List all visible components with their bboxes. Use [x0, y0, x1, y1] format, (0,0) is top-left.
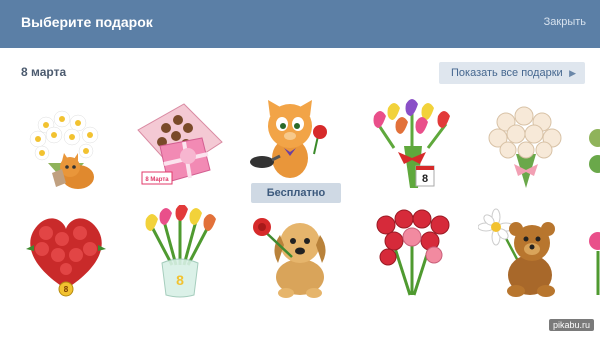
gift-partial-right-2[interactable]: [582, 215, 600, 311]
gift-daisy-bouquet-cat[interactable]: [18, 103, 114, 199]
puppy-with-rose-icon: [253, 218, 326, 298]
gift-partial-right[interactable]: [582, 108, 600, 204]
watermark: pikabu.ru: [548, 319, 594, 331]
cat-with-frying-pan-icon: [250, 100, 327, 178]
dialog-title: Выберите подарок: [21, 14, 153, 30]
chevron-right-icon: ▶: [569, 68, 576, 78]
teddy-bear-daisy-icon: [478, 208, 555, 297]
chocolate-box-icon: 8 Марта: [137, 103, 223, 185]
box-inscription: 8 Марта: [145, 177, 169, 183]
flower-icon: [589, 232, 600, 295]
flower-icon: [589, 129, 600, 173]
tulips-in-vase-icon: 8: [145, 205, 216, 298]
gift-red-roses[interactable]: [364, 205, 460, 301]
vase-number: 8: [176, 272, 184, 288]
heart-roses-icon: 8: [26, 218, 106, 297]
dialog-header: Выберите подарок Закрыть: [0, 0, 600, 48]
gift-white-roses[interactable]: [478, 98, 574, 194]
gift-puppy-rose[interactable]: [248, 205, 344, 301]
heart-number: 8: [64, 285, 69, 294]
show-all-label: Показать все подарки: [451, 67, 563, 79]
gift-heart-roses[interactable]: 8: [18, 205, 114, 301]
gift-teddy-bear[interactable]: [478, 205, 574, 301]
daisy-bouquet-cat-icon: [29, 110, 99, 189]
show-all-gifts-button[interactable]: Показать все подарки ▶: [439, 62, 585, 84]
free-badge: Бесплатно: [251, 183, 341, 203]
close-link[interactable]: Закрыть: [544, 16, 586, 28]
white-roses-bouquet-icon: [488, 106, 562, 188]
gift-tulip-bouquet[interactable]: 8: [364, 98, 460, 194]
section-title: 8 марта: [21, 65, 67, 79]
tulip-bouquet-icon: 8: [373, 99, 450, 188]
gift-tulips-vase[interactable]: 8: [132, 205, 228, 301]
gift-cat-with-pan[interactable]: [248, 96, 344, 192]
calendar-number: 8: [422, 173, 428, 185]
gift-chocolate-box[interactable]: 8 Марта: [132, 98, 228, 194]
red-roses-bouquet-icon: [376, 209, 450, 296]
